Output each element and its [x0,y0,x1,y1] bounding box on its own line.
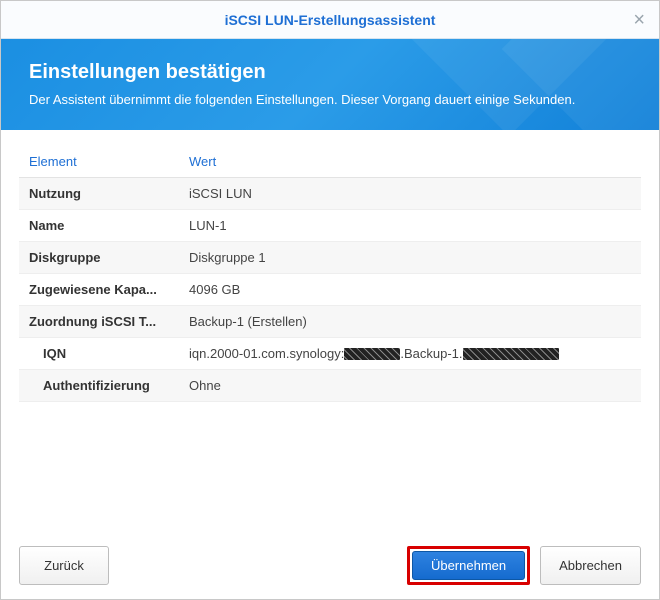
content-area: Element Wert Nutzung iSCSI LUN Name LUN-… [1,130,659,418]
table-row: Zugewiesene Kapa... 4096 GB [19,273,641,305]
row-value: LUN-1 [179,209,641,241]
table-row: IQN iqn.2000-01.com.synology: .Backup-1. [19,337,641,369]
footer: Zurück Übernehmen Abbrechen [1,532,659,599]
row-value: iSCSI LUN [179,177,641,209]
banner: Einstellungen bestätigen Der Assistent ü… [1,39,659,130]
window-title: iSCSI LUN-Erstellungsassistent [225,12,436,28]
row-key: Zugewiesene Kapa... [19,273,179,305]
redacted-segment [344,348,400,360]
row-key: IQN [19,337,179,369]
row-value: Backup-1 (Erstellen) [179,305,641,337]
row-key: Zuordnung iSCSI T... [19,305,179,337]
row-key: Diskgruppe [19,241,179,273]
close-icon[interactable]: × [633,10,645,30]
settings-table: Element Wert Nutzung iSCSI LUN Name LUN-… [19,146,641,402]
iqn-prefix: iqn.2000-01.com.synology: [189,346,344,361]
col-header-value: Wert [179,146,641,178]
footer-spacer [119,546,397,585]
banner-subtext: Der Assistent übernimmt die folgenden Ei… [29,90,631,110]
table-row: Diskgruppe Diskgruppe 1 [19,241,641,273]
apply-highlight: Übernehmen [407,546,530,585]
col-header-element: Element [19,146,179,178]
row-value: 4096 GB [179,273,641,305]
redacted-segment [463,348,559,360]
row-value-iqn: iqn.2000-01.com.synology: .Backup-1. [179,337,641,369]
cancel-button[interactable]: Abbrechen [540,546,641,585]
row-value: Ohne [179,369,641,401]
wizard-window: iSCSI LUN-Erstellungsassistent × Einstel… [0,0,660,600]
titlebar: iSCSI LUN-Erstellungsassistent × [1,1,659,39]
back-button[interactable]: Zurück [19,546,109,585]
table-row: Nutzung iSCSI LUN [19,177,641,209]
row-value: Diskgruppe 1 [179,241,641,273]
iqn-mid: .Backup-1. [400,346,462,361]
row-key: Name [19,209,179,241]
row-key: Nutzung [19,177,179,209]
table-row: Name LUN-1 [19,209,641,241]
row-key: Authentifizierung [19,369,179,401]
table-row: Authentifizierung Ohne [19,369,641,401]
apply-button[interactable]: Übernehmen [412,551,525,580]
table-row: Zuordnung iSCSI T... Backup-1 (Erstellen… [19,305,641,337]
banner-heading: Einstellungen bestätigen [29,61,631,84]
